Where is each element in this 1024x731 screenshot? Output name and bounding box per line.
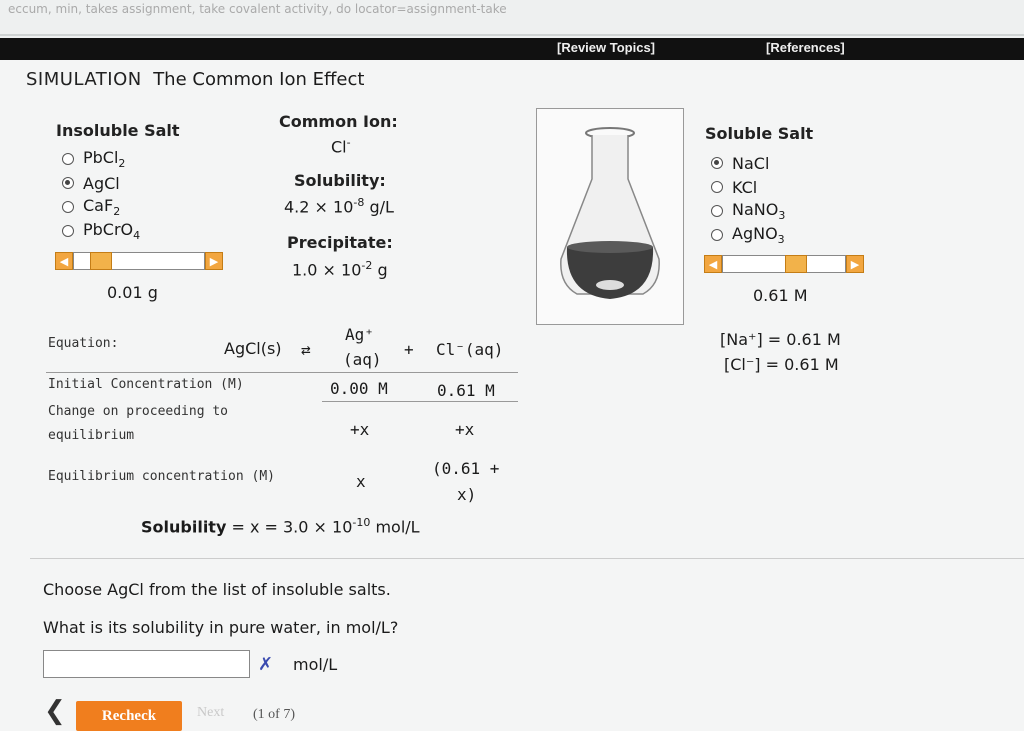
answer-input[interactable] [43, 650, 250, 678]
initial-ion2: 0.61 M [437, 381, 495, 400]
equation-ion2: Cl⁻(aq) [436, 340, 504, 359]
slider-increase-button[interactable]: ▶ [205, 252, 223, 270]
insoluble-option-pbcro4[interactable]: PbCrO4 [62, 219, 140, 243]
equilibrium-concentration-label: Equilibrium concentration (M) [48, 469, 275, 484]
option-label: NaNO3 [732, 199, 786, 223]
flask-panel [536, 108, 684, 325]
simulation-name: The Common Ion Effect [153, 69, 365, 90]
initial-concentration-label: Initial Concentration (M) [48, 377, 244, 392]
radio-icon[interactable] [711, 205, 723, 217]
option-label: PbCl2 [83, 147, 126, 171]
url-text: eccum, min, takes assignment, take coval… [8, 2, 507, 16]
soluble-option-nano3[interactable]: NaNO3 [711, 199, 785, 223]
change-ion1: +x [350, 420, 370, 439]
soluble-option-kcl[interactable]: KCl [711, 175, 785, 199]
option-label: PbCrO4 [83, 219, 141, 243]
change-label-line2: equilibrium [48, 428, 135, 443]
slider-track[interactable] [722, 255, 846, 273]
option-label: AgCl [83, 173, 120, 193]
solubility-value: 4.2 × 10-8 g/L [284, 196, 394, 217]
radio-icon[interactable] [62, 153, 74, 165]
sodium-concentration: [Na⁺] = 0.61 M [720, 330, 841, 349]
slider-increase-button[interactable]: ▶ [846, 255, 864, 273]
solubility-heading: Solubility: [294, 171, 386, 190]
page-indicator: (1 of 7) [253, 707, 295, 722]
review-topics-link[interactable]: [Review Topics] [557, 40, 655, 55]
question-line1: Choose AgCl from the list of insoluble s… [43, 580, 391, 599]
back-chevron-icon[interactable]: ❮ [44, 696, 66, 726]
soluble-concentration-slider[interactable]: ◀ ▶ [704, 254, 864, 274]
erlenmeyer-flask-icon [560, 127, 660, 299]
insoluble-amount-value: 0.01 g [107, 283, 158, 302]
soluble-concentration-value: 0.61 M [753, 286, 808, 305]
radio-selected-icon[interactable] [711, 157, 723, 169]
soluble-option-agno3[interactable]: AgNO3 [711, 223, 785, 247]
insoluble-option-caf2[interactable]: CaF2 [62, 195, 140, 219]
equilibrium-arrow: ⇄ [301, 340, 311, 359]
insoluble-salt-list: PbCl2 AgCl CaF2 PbCrO4 [62, 147, 140, 243]
simulation-title: SIMULATION The Common Ion Effect [26, 69, 364, 90]
change-ion2: +x [455, 420, 475, 439]
insoluble-salt-heading: Insoluble Salt [56, 121, 180, 140]
common-ion-value: Cl- [331, 136, 351, 157]
simulation-kind: SIMULATION [26, 69, 142, 90]
slider-decrease-button[interactable]: ◀ [704, 255, 722, 273]
question-divider [30, 558, 1024, 559]
recheck-button[interactable]: Recheck [76, 701, 182, 731]
precipitate-heading: Precipitate: [287, 233, 393, 252]
change-label-line1: Change on proceeding to [48, 404, 229, 419]
precipitate-value: 1.0 × 10-2 g [292, 259, 388, 280]
insoluble-option-agcl[interactable]: AgCl [62, 171, 140, 195]
radio-icon[interactable] [711, 229, 723, 241]
divider [0, 34, 1024, 36]
solubility-result: Solubility = x = 3.0 × 10-10 mol/L [141, 516, 420, 537]
soluble-salt-list: NaCl KCl NaNO3 AgNO3 [711, 151, 785, 247]
radio-selected-icon[interactable] [62, 177, 74, 189]
initial-ion1: 0.00 M [330, 379, 388, 398]
slider-handle[interactable] [90, 252, 112, 270]
equation-ion1-top: Ag⁺ [345, 325, 374, 344]
equilibrium-ion2-top: (0.61 + [432, 459, 500, 478]
insoluble-option-pbcl2[interactable]: PbCl2 [62, 147, 140, 171]
slider-handle[interactable] [785, 255, 807, 273]
equilibrium-ion1: x [356, 472, 366, 491]
insoluble-amount-slider[interactable]: ◀ ▶ [55, 251, 223, 271]
references-link[interactable]: [References] [766, 40, 845, 55]
option-label: CaF2 [83, 195, 121, 219]
top-toolbar [0, 38, 1024, 60]
equation-plus: + [404, 340, 414, 359]
option-label: AgNO3 [732, 223, 785, 247]
soluble-salt-heading: Soluble Salt [705, 124, 814, 143]
radio-icon[interactable] [711, 181, 723, 193]
common-ion-heading: Common Ion: [279, 112, 398, 131]
slider-track[interactable] [73, 252, 205, 270]
answer-unit: mol/L [293, 655, 338, 674]
radio-icon[interactable] [62, 225, 74, 237]
equilibrium-ion2-bottom: x) [457, 485, 477, 504]
option-label: KCl [732, 177, 758, 197]
equation-reactant: AgCl(s) [224, 339, 282, 358]
next-button[interactable]: Next [197, 705, 224, 721]
initial-underline [322, 401, 518, 402]
radio-icon[interactable] [62, 201, 74, 213]
question-line2: What is its solubility in pure water, in… [43, 618, 399, 637]
chloride-concentration: [Cl⁻] = 0.61 M [724, 355, 839, 374]
table-divider [46, 372, 518, 373]
option-label: NaCl [732, 153, 770, 173]
equation-ion1-bottom: (aq) [343, 350, 382, 369]
incorrect-x-icon: ✗ [258, 654, 274, 675]
soluble-option-nacl[interactable]: NaCl [711, 151, 785, 175]
slider-decrease-button[interactable]: ◀ [55, 252, 73, 270]
equation-label: Equation: [48, 336, 119, 351]
